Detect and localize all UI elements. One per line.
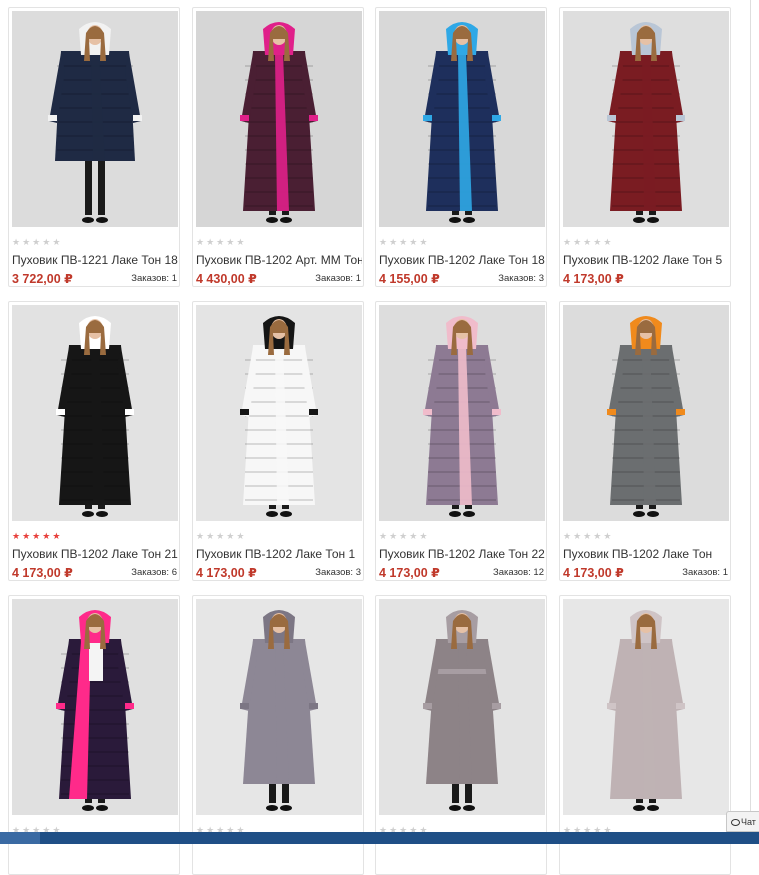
star-icon: ★ <box>216 237 225 247</box>
star-icon: ★ <box>236 237 245 247</box>
star-icon: ★ <box>196 237 205 247</box>
rating-stars: ★ ★ ★ ★ ★ <box>379 237 427 247</box>
product-name[interactable]: Пуховик ПВ-1202 Лаке Тон 22 <box>379 547 545 561</box>
product-image[interactable] <box>12 305 178 521</box>
product-image[interactable] <box>196 305 362 521</box>
product-price: 4 173,00 ₽ <box>563 566 624 580</box>
product-card[interactable]: ★ ★ ★ ★ ★ Пуховик ПВ-1202 Лаке Тон 4 173,00 ₽ З… <box>559 301 731 581</box>
star-icon: ★ <box>12 531 21 541</box>
star-icon: ★ <box>563 237 572 247</box>
product-image[interactable] <box>12 11 178 227</box>
star-icon: ★ <box>32 531 41 541</box>
product-name[interactable]: Пуховик ПВ-1202 Лаке Тон 21 <box>12 547 178 561</box>
star-icon: ★ <box>379 237 388 247</box>
star-icon: ★ <box>593 237 602 247</box>
product-image[interactable] <box>563 305 729 521</box>
star-icon: ★ <box>419 531 428 541</box>
star-icon: ★ <box>419 237 428 247</box>
star-icon: ★ <box>206 531 215 541</box>
star-icon: ★ <box>409 237 418 247</box>
star-icon: ★ <box>52 237 61 247</box>
star-icon: ★ <box>409 531 418 541</box>
product-image[interactable] <box>12 599 178 815</box>
orders-count: Заказов: 1 <box>131 273 177 284</box>
product-image[interactable] <box>379 11 545 227</box>
star-icon: ★ <box>196 531 205 541</box>
product-image[interactable] <box>196 599 362 815</box>
rating-stars: ★ ★ ★ ★ ★ <box>12 237 60 247</box>
product-name[interactable]: Пуховик ПВ-1202 Лаке Тон 18 <box>379 253 545 267</box>
chat-icon <box>731 819 740 826</box>
orders-count: Заказов: 12 <box>493 567 544 578</box>
star-icon: ★ <box>22 237 31 247</box>
orders-count: Заказов: 1 <box>682 567 728 578</box>
product-price: 3 722,00 ₽ <box>12 272 73 286</box>
product-name[interactable]: Пуховик ПВ-1202 Арт. ММ Тон <box>196 253 362 267</box>
star-icon: ★ <box>216 531 225 541</box>
product-name[interactable]: Пуховик ПВ-1221 Лаке Тон 18 <box>12 253 178 267</box>
star-icon: ★ <box>389 237 398 247</box>
star-icon: ★ <box>603 237 612 247</box>
product-image[interactable] <box>563 599 729 815</box>
star-icon: ★ <box>12 237 21 247</box>
product-price: 4 430,00 ₽ <box>196 272 257 286</box>
rating-stars: ★ ★ ★ ★ ★ <box>563 531 611 541</box>
star-icon: ★ <box>52 531 61 541</box>
rating-stars: ★ ★ ★ ★ ★ <box>12 531 60 541</box>
orders-count: Заказов: 3 <box>498 273 544 284</box>
orders-count: Заказов: 1 <box>315 273 361 284</box>
product-price: 4 173,00 ₽ <box>196 566 257 580</box>
bottom-bar-tab[interactable] <box>0 832 40 844</box>
star-icon: ★ <box>22 531 31 541</box>
product-price: 4 173,00 ₽ <box>379 566 440 580</box>
star-icon: ★ <box>583 237 592 247</box>
product-name[interactable]: Пуховик ПВ-1202 Лаке Тон 5 <box>563 253 729 267</box>
star-icon: ★ <box>379 531 388 541</box>
star-icon: ★ <box>583 531 592 541</box>
product-image[interactable] <box>196 11 362 227</box>
star-icon: ★ <box>32 237 41 247</box>
product-card[interactable]: ★ ★ ★ ★ ★ Пуховик ПВ-1202 Арт. ММ Тон 4 430,00… <box>192 7 364 287</box>
product-card[interactable]: ★ ★ ★ ★ ★ Пуховик ПВ-1202 Лаке Тон 18 4 155,00… <box>375 7 547 287</box>
product-price: 4 173,00 ₽ <box>563 272 624 286</box>
right-divider <box>750 0 751 844</box>
product-card[interactable]: ★ ★ ★ ★ ★ Пуховик ПВ-1202 Лаке Тон 14 173,00 … <box>192 301 364 581</box>
bottom-bar <box>0 832 759 844</box>
product-image[interactable] <box>379 305 545 521</box>
star-icon: ★ <box>236 531 245 541</box>
star-icon: ★ <box>389 531 398 541</box>
chat-label: Чат <box>741 817 756 827</box>
product-card[interactable]: ★ ★ ★ ★ ★ Пуховик ПВ-1202 Лаке Тон 21 4 173,00… <box>8 301 180 581</box>
star-icon: ★ <box>563 531 572 541</box>
star-icon: ★ <box>399 531 408 541</box>
star-icon: ★ <box>593 531 602 541</box>
rating-stars: ★ ★ ★ ★ ★ <box>379 531 427 541</box>
star-icon: ★ <box>573 237 582 247</box>
rating-stars: ★ ★ ★ ★ ★ <box>196 531 244 541</box>
product-price: 4 173,00 ₽ <box>12 566 73 580</box>
rating-stars: ★ ★ ★ ★ ★ <box>563 237 611 247</box>
product-price: 4 155,00 ₽ <box>379 272 440 286</box>
product-grid: ★ ★ ★ ★ ★ Пуховик ПВ-1221 Лаке Тон 18 3 722,00… <box>0 0 759 875</box>
star-icon: ★ <box>206 237 215 247</box>
product-image[interactable] <box>379 599 545 815</box>
product-card[interactable]: ★ ★ ★ ★ ★ Пуховик ПВ-1221 Лаке Тон 18 3 722,00… <box>8 7 180 287</box>
product-card[interactable]: ★ ★ ★ ★ ★ Пуховик ПВ-1202 Лаке Тон 22 4 173,00… <box>375 301 547 581</box>
product-name[interactable]: Пуховик ПВ-1202 Лаке Тон 1 <box>196 547 362 561</box>
star-icon: ★ <box>226 531 235 541</box>
star-icon: ★ <box>573 531 582 541</box>
orders-count: Заказов: 3 <box>315 567 361 578</box>
star-icon: ★ <box>399 237 408 247</box>
product-image[interactable] <box>563 11 729 227</box>
product-name[interactable]: Пуховик ПВ-1202 Лаке Тон <box>563 547 729 561</box>
chat-button[interactable]: Чат <box>726 811 759 832</box>
orders-count: Заказов: 6 <box>131 567 177 578</box>
rating-stars: ★ ★ ★ ★ ★ <box>196 237 244 247</box>
star-icon: ★ <box>42 237 51 247</box>
star-icon: ★ <box>226 237 235 247</box>
star-icon: ★ <box>603 531 612 541</box>
star-icon: ★ <box>42 531 51 541</box>
product-card[interactable]: ★ ★ ★ ★ ★ Пуховик ПВ-1202 Лаке Тон 54 173,00 … <box>559 7 731 287</box>
